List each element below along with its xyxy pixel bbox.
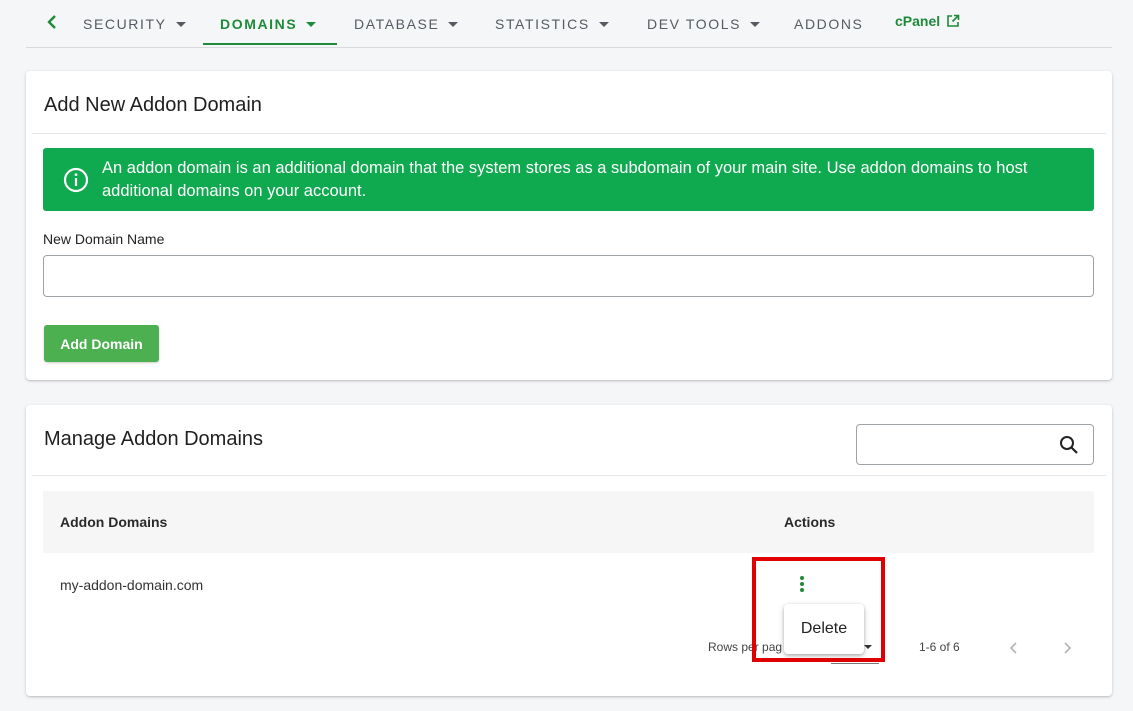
add-addon-domain-title: Add New Addon Domain bbox=[44, 94, 262, 116]
tab-statistics-label: STATISTICS bbox=[495, 15, 590, 32]
add-domain-button[interactable]: Add Domain bbox=[44, 325, 159, 362]
tab-statistics[interactable]: STATISTICS bbox=[495, 0, 609, 47]
manage-addon-domains-card: Manage Addon Domains Addon Domains Actio… bbox=[26, 405, 1112, 696]
rows-per-page-label: Rows per pag bbox=[708, 640, 783, 654]
divider bbox=[32, 133, 1106, 134]
caret-down-icon bbox=[175, 22, 186, 27]
info-banner-text: An addon domain is an additional domain … bbox=[102, 159, 1028, 200]
tab-addons-label: ADDONS bbox=[794, 15, 864, 32]
new-domain-name-label: New Domain Name bbox=[43, 231, 165, 247]
tab-domains[interactable]: DOMAINS bbox=[220, 0, 317, 47]
cpanel-link-label: cPanel bbox=[895, 13, 941, 29]
tab-dev-tools-label: DEV TOOLS bbox=[647, 15, 742, 32]
column-header-actions: Actions bbox=[784, 514, 836, 530]
manage-addon-domains-title: Manage Addon Domains bbox=[44, 428, 264, 450]
add-addon-domain-card: Add New Addon Domain An addon domain is … bbox=[26, 71, 1112, 380]
tab-security-label: SECURITY bbox=[83, 15, 167, 32]
action-menu: Delete bbox=[784, 604, 864, 654]
search-icon bbox=[1060, 436, 1078, 454]
search-input[interactable] bbox=[856, 424, 1094, 465]
chevron-right-icon[interactable] bbox=[1059, 640, 1075, 656]
table-row-domain: my-addon-domain.com bbox=[60, 577, 204, 593]
pagination-range: 1-6 of 6 bbox=[919, 640, 960, 654]
cpanel-link[interactable]: cPanel bbox=[895, 0, 960, 42]
caret-down-icon bbox=[448, 22, 459, 27]
table-header: Addon Domains Actions bbox=[43, 491, 1094, 553]
active-tab-indicator bbox=[203, 43, 337, 45]
top-navigation: SECURITY DOMAINS DATABASE STATISTICS DEV… bbox=[26, 0, 1112, 48]
caret-down-icon[interactable] bbox=[864, 645, 872, 649]
rows-per-page-select[interactable] bbox=[831, 663, 879, 664]
chevron-left-icon[interactable] bbox=[44, 12, 62, 32]
info-icon bbox=[63, 167, 89, 193]
tab-dev-tools[interactable]: DEV TOOLS bbox=[647, 0, 761, 47]
tab-database[interactable]: DATABASE bbox=[354, 0, 459, 47]
column-header-addon-domains: Addon Domains bbox=[60, 514, 168, 530]
new-domain-name-input[interactable] bbox=[43, 255, 1094, 297]
tab-addons[interactable]: ADDONS bbox=[794, 0, 864, 47]
caret-down-icon bbox=[598, 22, 609, 27]
delete-menu-item[interactable]: Delete bbox=[801, 620, 847, 638]
tab-security[interactable]: SECURITY bbox=[83, 0, 186, 47]
chevron-left-icon[interactable] bbox=[1006, 640, 1022, 656]
external-link-icon bbox=[947, 14, 960, 27]
tab-database-label: DATABASE bbox=[354, 15, 440, 32]
tab-domains-label: DOMAINS bbox=[220, 15, 298, 32]
more-vert-icon[interactable] bbox=[799, 576, 805, 594]
caret-down-icon bbox=[306, 22, 317, 27]
divider bbox=[32, 475, 1106, 476]
caret-down-icon bbox=[750, 22, 761, 27]
info-banner: An addon domain is an additional domain … bbox=[43, 148, 1094, 211]
